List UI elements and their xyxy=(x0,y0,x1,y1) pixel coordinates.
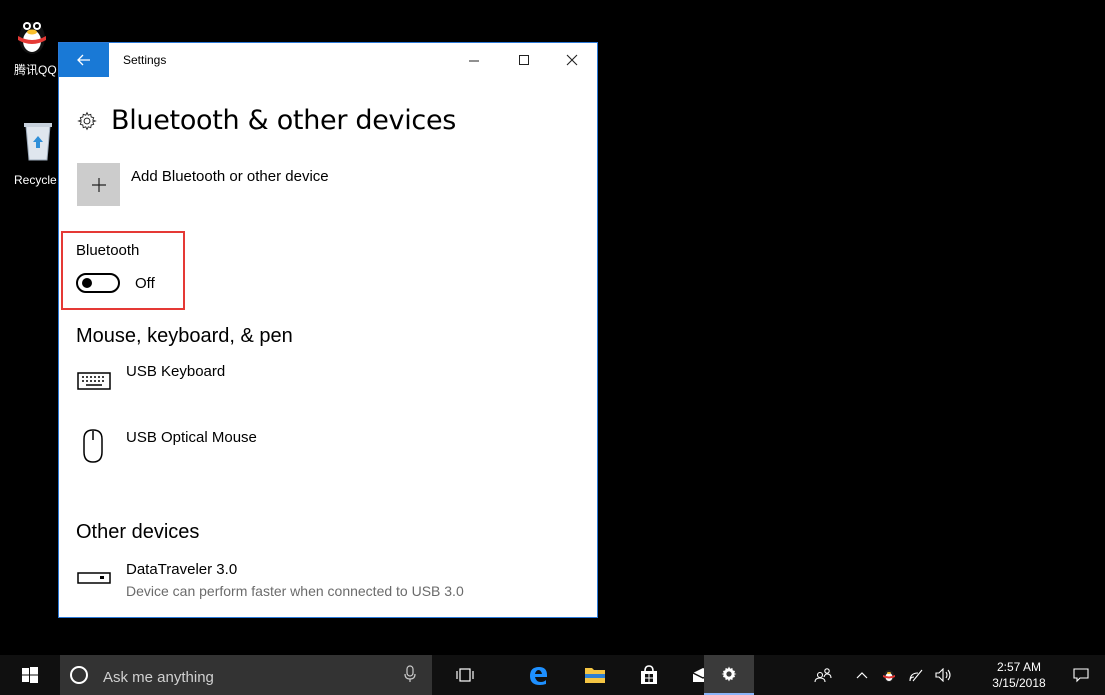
show-hidden-icons-button[interactable] xyxy=(850,655,874,695)
search-input[interactable]: Ask me anything xyxy=(103,669,214,686)
action-center-button[interactable] xyxy=(1064,655,1098,695)
back-arrow-icon xyxy=(77,54,90,66)
volume-button[interactable] xyxy=(930,655,958,695)
section-heading-other-devices: Other devices xyxy=(76,521,200,543)
window-titlebar[interactable]: Settings xyxy=(59,43,597,77)
people-icon xyxy=(814,668,832,683)
qq-tray-button[interactable] xyxy=(876,655,902,695)
section-heading-mouse-keyboard: Mouse, keyboard, & pen xyxy=(76,325,293,347)
store-bag-icon xyxy=(641,665,657,684)
desktop-icon-qq[interactable]: 腾讯QQ xyxy=(14,14,64,78)
usb-drive-icon xyxy=(77,572,111,584)
page-header: Bluetooth & other devices xyxy=(77,105,456,136)
bluetooth-toggle[interactable] xyxy=(76,273,120,293)
desktop: 腾讯QQ Recycle Bin Settings xyxy=(0,0,1105,695)
store-button[interactable] xyxy=(626,655,672,695)
wifi-icon xyxy=(909,669,923,682)
taskbar: Ask me anything 2:57 AM 3/15/2018 xyxy=(0,655,1105,695)
mouse-icon xyxy=(83,429,103,463)
close-icon xyxy=(566,54,578,66)
bluetooth-state: Off xyxy=(135,275,155,292)
window-title: Settings xyxy=(123,53,167,67)
device-name[interactable]: DataTraveler 3.0 xyxy=(126,561,237,578)
close-button[interactable] xyxy=(549,43,595,77)
minimize-icon xyxy=(469,60,479,62)
notification-icon xyxy=(1073,668,1089,683)
task-view-button[interactable] xyxy=(442,655,488,695)
edge-icon xyxy=(530,667,547,685)
file-explorer-button[interactable] xyxy=(572,655,618,695)
recycle-bin-icon xyxy=(24,123,52,161)
settings-taskbar-button[interactable] xyxy=(704,655,754,695)
task-view-icon xyxy=(456,668,474,682)
minimize-button[interactable] xyxy=(451,43,497,77)
windows-logo-icon xyxy=(22,667,38,683)
cortana-search-box[interactable]: Ask me anything xyxy=(60,655,432,695)
device-detail: Device can perform faster when connected… xyxy=(126,583,464,599)
qq-tray-icon xyxy=(883,670,895,682)
add-device-button[interactable] xyxy=(77,163,120,206)
start-button[interactable] xyxy=(0,655,60,695)
gear-icon xyxy=(77,111,97,130)
bluetooth-label: Bluetooth xyxy=(76,242,140,259)
desktop-icon-label: Recycle Bin xyxy=(14,173,64,187)
settings-window: Settings Bluetooth & other devices Add B… xyxy=(58,42,598,618)
desktop-icon-recycle-bin[interactable]: Recycle Bin xyxy=(14,120,64,187)
device-name[interactable]: USB Optical Mouse xyxy=(126,429,257,446)
add-device-label[interactable]: Add Bluetooth or other device xyxy=(131,168,329,185)
qq-penguin-icon xyxy=(18,22,46,54)
network-button[interactable] xyxy=(904,655,930,695)
edge-browser-button[interactable] xyxy=(515,655,561,695)
microphone-icon[interactable] xyxy=(404,665,416,683)
taskbar-clock[interactable]: 2:57 AM 3/15/2018 xyxy=(988,659,1050,691)
back-button[interactable] xyxy=(59,43,109,77)
plus-icon xyxy=(91,177,106,192)
people-button[interactable] xyxy=(808,655,838,695)
keyboard-icon xyxy=(77,372,111,390)
clock-date: 3/15/2018 xyxy=(992,676,1046,690)
speaker-icon xyxy=(935,668,951,682)
toggle-knob xyxy=(82,278,92,288)
chevron-up-icon xyxy=(856,672,868,679)
maximize-icon xyxy=(519,55,529,65)
clock-time: 2:57 AM xyxy=(996,660,1042,674)
page-title: Bluetooth & other devices xyxy=(111,105,457,136)
gear-icon xyxy=(721,666,737,682)
cortana-icon xyxy=(70,666,88,684)
device-name[interactable]: USB Keyboard xyxy=(126,363,225,380)
folder-icon xyxy=(585,668,605,683)
maximize-button[interactable] xyxy=(501,43,547,77)
desktop-icon-label: 腾讯QQ xyxy=(14,63,57,77)
